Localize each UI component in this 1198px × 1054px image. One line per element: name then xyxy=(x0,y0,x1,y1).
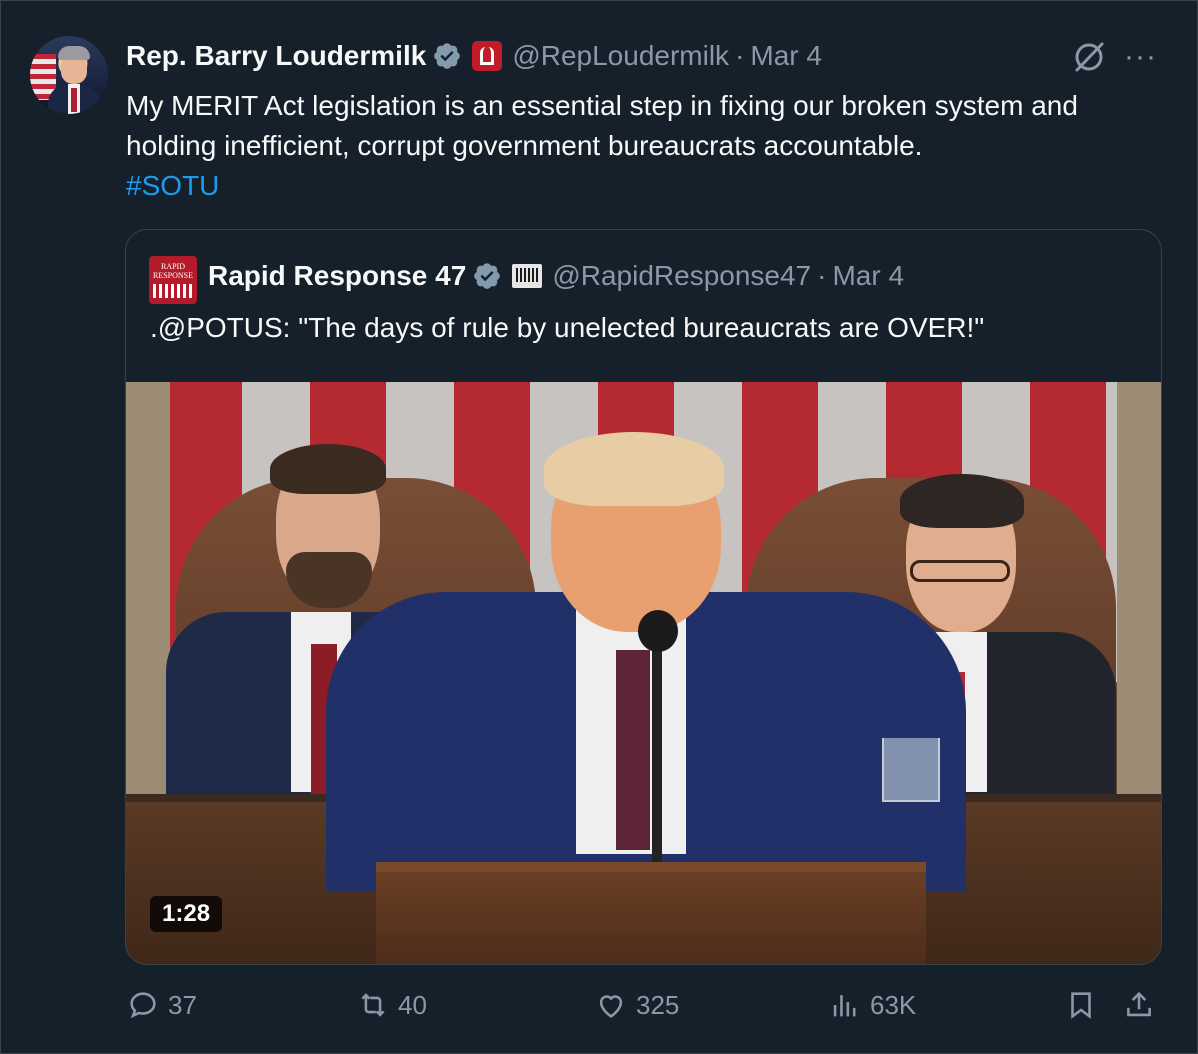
repost-button[interactable]: 40 xyxy=(356,988,427,1022)
tweet-body: My MERIT Act legislation is an essential… xyxy=(126,90,1078,161)
podium xyxy=(376,862,926,964)
verified-badge-icon xyxy=(474,263,501,289)
water-glass xyxy=(882,738,940,802)
video-duration: 1:28 xyxy=(150,896,223,932)
bookmark-icon xyxy=(1071,992,1091,1019)
repost-icon xyxy=(361,993,385,1017)
views-button[interactable]: 63K xyxy=(828,988,916,1022)
bookmark-button[interactable] xyxy=(1064,988,1106,1022)
like-button[interactable]: 325 xyxy=(594,988,679,1022)
author-handle[interactable]: @RepLoudermilk xyxy=(512,40,729,72)
quoted-author-name[interactable]: Rapid Response 47 xyxy=(208,260,466,292)
tweet-header: Rep. Barry Loudermilk @RepLoudermilk · M… xyxy=(126,40,822,72)
quoted-date[interactable]: Mar 4 xyxy=(832,260,904,292)
hashtag-link[interactable]: #SOTU xyxy=(126,166,1136,206)
share-button[interactable] xyxy=(1122,988,1164,1022)
author-name[interactable]: Rep. Barry Loudermilk xyxy=(126,40,426,72)
action-bar: 37 40 325 63K xyxy=(0,988,1198,1032)
government-badge-icon xyxy=(472,41,503,71)
quoted-author-avatar[interactable]: RAPID RESPONSE xyxy=(149,256,197,304)
quoted-author-handle[interactable]: @RapidResponse47 xyxy=(552,260,811,292)
repost-count: 40 xyxy=(398,990,427,1020)
like-count: 325 xyxy=(636,990,680,1020)
author-avatar[interactable] xyxy=(30,36,108,114)
more-icon[interactable]: ··· xyxy=(1124,40,1157,74)
views-icon xyxy=(833,995,856,1017)
quoted-tweet[interactable]: RAPID RESPONSE Rapid Response 47 @RapidR… xyxy=(125,229,1162,965)
reply-count: 37 xyxy=(168,990,197,1020)
reply-button[interactable]: 37 xyxy=(126,988,197,1022)
share-icon xyxy=(1127,991,1151,1017)
tweet-date[interactable]: Mar 4 xyxy=(750,40,822,72)
quoted-text: .@POTUS: "The days of rule by unelected … xyxy=(150,312,985,343)
verified-badge-icon xyxy=(434,43,461,69)
quoted-header: Rapid Response 47 @RapidResponse47 · Mar… xyxy=(208,260,905,292)
tweet-text: My MERIT Act legislation is an essential… xyxy=(126,86,1136,206)
white-house-badge-icon xyxy=(512,264,543,288)
view-count: 63K xyxy=(870,990,917,1020)
grok-icon[interactable] xyxy=(1072,40,1106,74)
heart-icon xyxy=(599,995,623,1018)
reply-icon xyxy=(130,992,156,1019)
video-player[interactable]: 1:28 xyxy=(126,382,1161,964)
microphone xyxy=(638,610,678,652)
